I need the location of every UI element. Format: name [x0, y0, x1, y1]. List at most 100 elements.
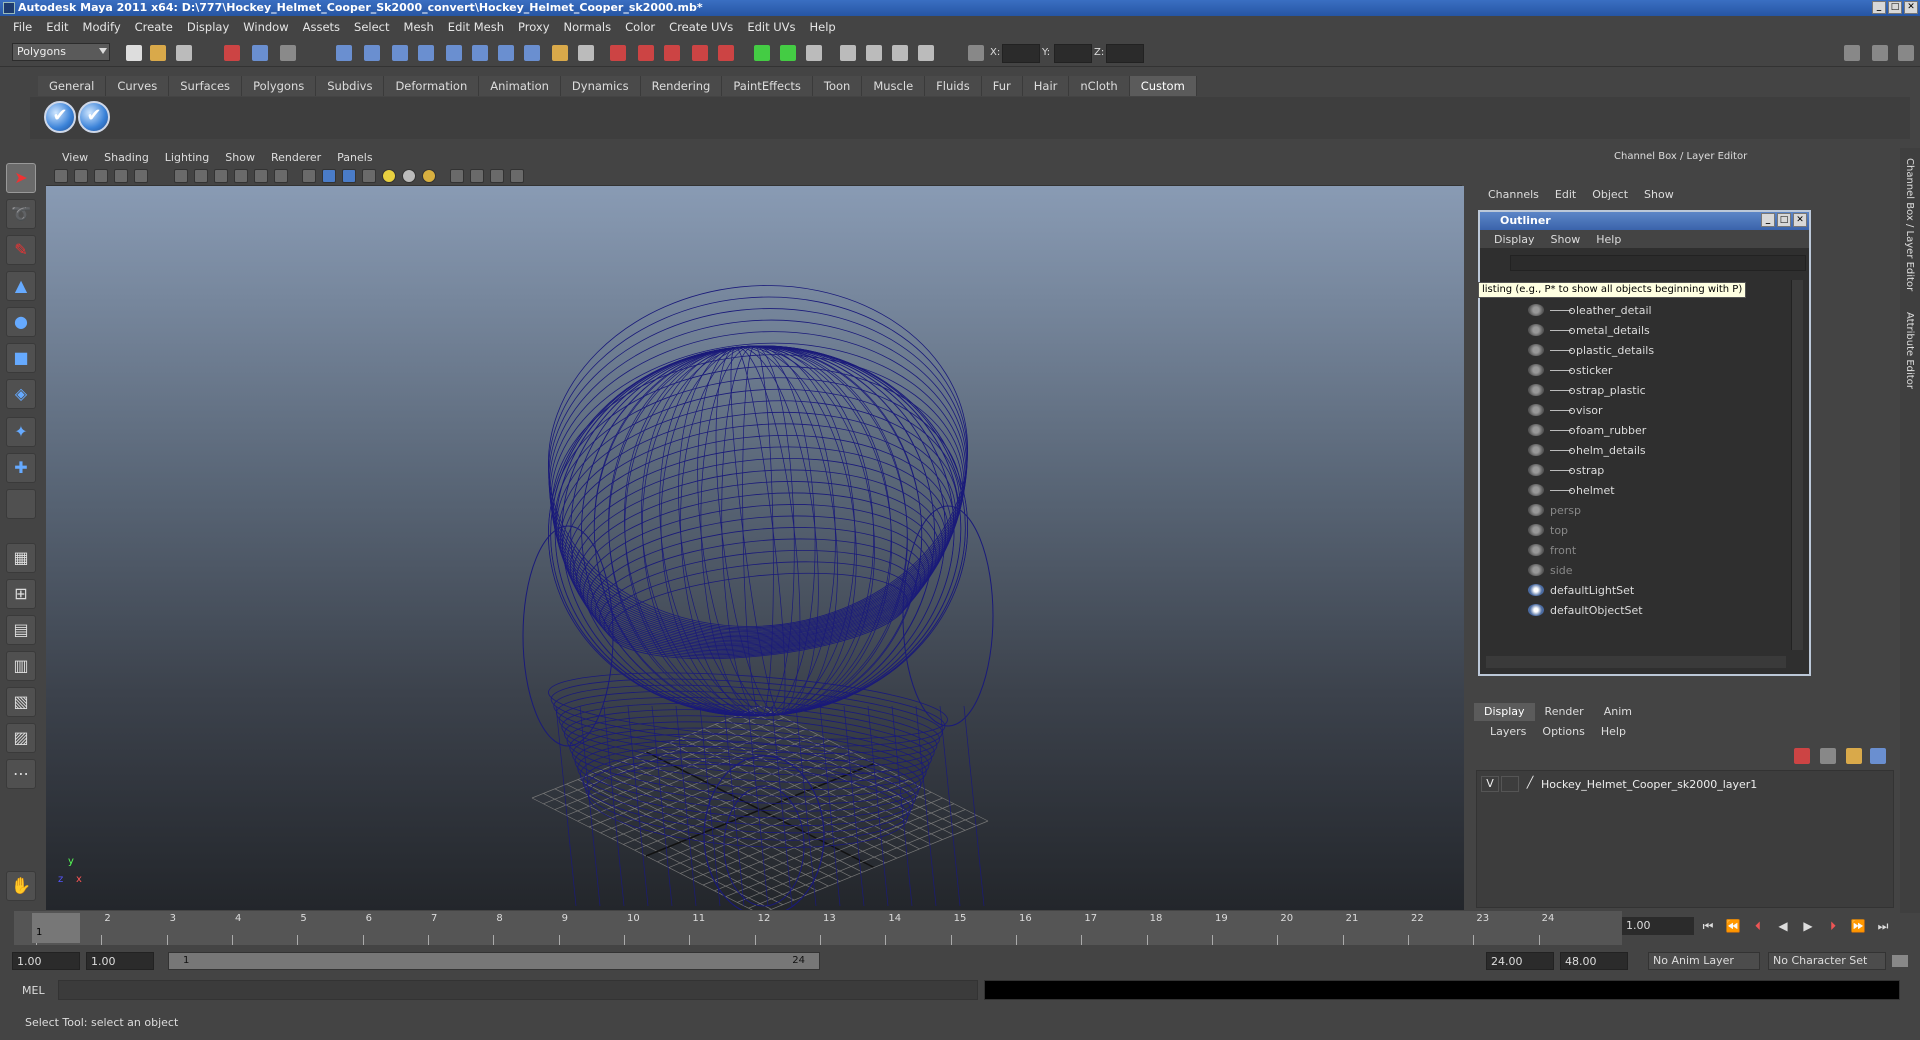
- time-slider[interactable]: 123456789101112131415161718192021222324 …: [14, 911, 1622, 945]
- lock-icon[interactable]: [552, 45, 568, 61]
- textured-icon[interactable]: [362, 169, 376, 183]
- x-field[interactable]: [1002, 44, 1040, 63]
- camera-select-icon[interactable]: [54, 169, 68, 183]
- snap-grid-icon[interactable]: [336, 45, 352, 61]
- current-frame-field[interactable]: 1.00: [1622, 917, 1694, 935]
- vp-menu-shading[interactable]: Shading: [96, 151, 157, 164]
- layer-add-icon[interactable]: [1870, 748, 1886, 764]
- menu-edit-uvs[interactable]: Edit UVs: [740, 20, 802, 34]
- outliner-menu-show[interactable]: Show: [1543, 233, 1589, 246]
- menu-modify[interactable]: Modify: [76, 20, 128, 34]
- shelf-tab-custom[interactable]: Custom: [1129, 76, 1197, 96]
- close-button[interactable]: ✕: [1904, 1, 1918, 14]
- shelf-tab-general[interactable]: General: [38, 76, 107, 96]
- menu-assets[interactable]: Assets: [296, 20, 347, 34]
- snap-plane-icon[interactable]: [418, 45, 434, 61]
- layout-four-icon[interactable]: ⊞: [6, 579, 36, 609]
- snap-mesh-icon[interactable]: [472, 45, 488, 61]
- layer-new-selected-icon[interactable]: [1846, 748, 1862, 764]
- render-view-icon[interactable]: [610, 45, 626, 61]
- all-lights-icon[interactable]: [402, 169, 416, 183]
- mel-command-input[interactable]: [58, 980, 978, 1000]
- output-line-icon[interactable]: [780, 45, 796, 61]
- sidebar-toggle-icon[interactable]: [806, 45, 822, 61]
- help-query-icon[interactable]: [524, 45, 540, 61]
- shadows-icon[interactable]: [422, 169, 436, 183]
- layout-attribute-icon[interactable]: [1898, 45, 1914, 61]
- auto-key-icon[interactable]: [1892, 955, 1908, 967]
- construction-history-icon[interactable]: [578, 45, 594, 61]
- layout-persp-graph-icon[interactable]: ▨: [6, 723, 36, 753]
- cb-menu-channels[interactable]: Channels: [1480, 188, 1547, 206]
- paint-select-tool-icon[interactable]: ✎: [6, 235, 36, 265]
- move-tool-icon[interactable]: ▲: [6, 271, 36, 301]
- menu-edit[interactable]: Edit: [39, 20, 75, 34]
- shelf-tab-animation[interactable]: Animation: [479, 76, 561, 96]
- shelf-tab-deformation[interactable]: Deformation: [384, 76, 480, 96]
- scale-tool-icon[interactable]: ■: [6, 343, 36, 373]
- outliner-minimize-button[interactable]: _: [1761, 213, 1775, 227]
- outliner-camera[interactable]: side: [1528, 560, 1573, 580]
- channel-box-vertical-tab[interactable]: Channel Box / Layer Editor: [1904, 158, 1915, 291]
- outliner-item[interactable]: strap_plastic: [1528, 380, 1646, 400]
- layout-options-icon[interactable]: [1872, 45, 1888, 61]
- layer-new-empty-icon[interactable]: [1820, 748, 1836, 764]
- menu-file[interactable]: File: [6, 20, 39, 34]
- layout-icon[interactable]: [1844, 45, 1860, 61]
- save-scene-icon[interactable]: [176, 45, 192, 61]
- wireframe-on-shaded-icon[interactable]: [342, 169, 356, 183]
- outliner-item[interactable]: strap: [1528, 460, 1604, 480]
- outliner-horizontal-scrollbar[interactable]: [1486, 656, 1786, 668]
- resolution-gate-icon[interactable]: [194, 169, 208, 183]
- outliner-filter-input[interactable]: [1510, 255, 1806, 271]
- shelf-tab-curves[interactable]: Curves: [106, 76, 170, 96]
- snap-point-icon[interactable]: [392, 45, 408, 61]
- shelf-tab-fur[interactable]: Fur: [981, 76, 1023, 96]
- outliner-vertical-scrollbar[interactable]: [1791, 280, 1803, 650]
- outliner-camera[interactable]: persp: [1528, 500, 1581, 520]
- outliner-camera[interactable]: front: [1528, 540, 1576, 560]
- hand-icon[interactable]: ✋: [6, 871, 36, 901]
- menu-normals[interactable]: Normals: [557, 20, 619, 34]
- go-to-end-button[interactable]: ⏭: [1875, 918, 1891, 934]
- outliner-title-bar[interactable]: Outliner _ □ ✕: [1480, 212, 1809, 230]
- attribute-editor-vertical-tab[interactable]: Attribute Editor: [1904, 312, 1915, 389]
- character-set-selector[interactable]: No Character Set: [1768, 952, 1886, 970]
- shelf-tab-subdivs[interactable]: Subdivs: [316, 76, 385, 96]
- select-by-object-icon[interactable]: [252, 45, 268, 61]
- shelf-tab-fluids[interactable]: Fluids: [925, 76, 982, 96]
- play-backwards-button[interactable]: ◀: [1775, 918, 1791, 934]
- playback-start-field[interactable]: 1.00: [86, 952, 154, 970]
- ipr-render-icon[interactable]: [664, 45, 680, 61]
- shelf-tab-rendering[interactable]: Rendering: [640, 76, 723, 96]
- frame-selected-icon[interactable]: [510, 169, 524, 183]
- hypershade-icon[interactable]: [718, 45, 734, 61]
- camera-attributes-icon[interactable]: [74, 169, 88, 183]
- grid-icon[interactable]: [134, 169, 148, 183]
- tool-settings-toggle-icon[interactable]: [866, 45, 882, 61]
- vp-menu-lighting[interactable]: Lighting: [157, 151, 217, 164]
- outliner-item[interactable]: metal_details: [1528, 320, 1650, 340]
- current-time-marker[interactable]: 1: [32, 913, 80, 943]
- maximize-button[interactable]: □: [1888, 1, 1902, 14]
- shelf-tab-hair[interactable]: Hair: [1022, 76, 1070, 96]
- vp-menu-panels[interactable]: Panels: [329, 151, 380, 164]
- layer-row[interactable]: V ╱ Hockey_Helmet_Cooper_sk2000_layer1: [1481, 775, 1881, 793]
- film-gate-icon[interactable]: [174, 169, 188, 183]
- menu-window[interactable]: Window: [236, 20, 295, 34]
- outliner-item[interactable]: plastic_details: [1528, 340, 1654, 360]
- step-back-key-button[interactable]: ⏪: [1725, 918, 1741, 934]
- layer-display-type-toggle[interactable]: [1501, 776, 1519, 792]
- layout-graph-icon[interactable]: ▥: [6, 651, 36, 681]
- layer-tab-anim[interactable]: Anim: [1594, 703, 1642, 721]
- layer-tab-display[interactable]: Display: [1474, 703, 1535, 721]
- outliner-item[interactable]: visor: [1528, 400, 1603, 420]
- outliner-menu-help[interactable]: Help: [1588, 233, 1629, 246]
- shelf-tab-ncloth[interactable]: nCloth: [1069, 76, 1130, 96]
- menu-proxy[interactable]: Proxy: [511, 20, 557, 34]
- layout-outliner-icon[interactable]: ▤: [6, 615, 36, 645]
- manipulator-tool-icon[interactable]: ◈: [6, 379, 36, 409]
- shelf-tab-dynamics[interactable]: Dynamics: [560, 76, 641, 96]
- default-light-icon[interactable]: [382, 169, 396, 183]
- rotate-tool-icon[interactable]: ●: [6, 307, 36, 337]
